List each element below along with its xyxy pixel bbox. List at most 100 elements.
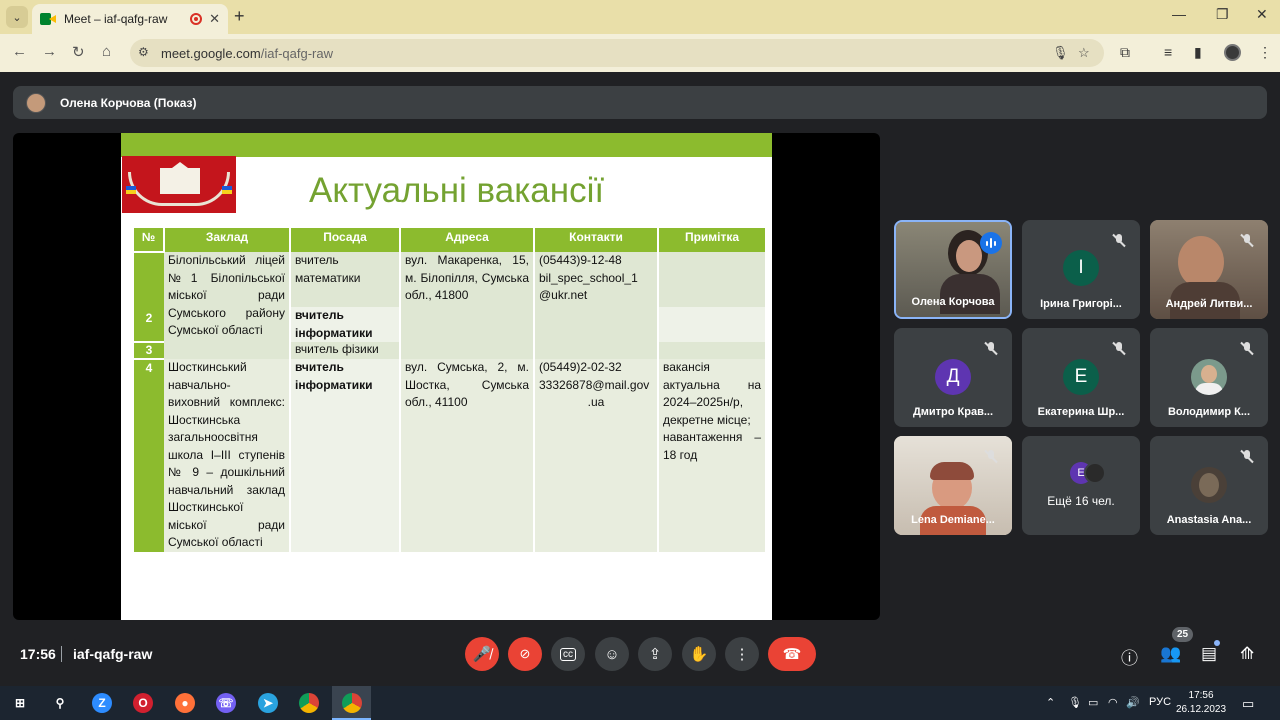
address-cell: вул. Макаренка, 15, м. Білопілля, Сумськ… [399,252,534,359]
opera-app-icon[interactable]: O [133,693,153,713]
participant-tile[interactable]: Е Ещё 16 чел. [1022,436,1140,535]
more-options-button[interactable]: ⋮ [725,637,759,671]
system-clock[interactable]: 17:56 26.12.2023 [1176,689,1226,717]
clock-time: 17:56 [1188,690,1214,701]
address-cell: вул. Сумська, 2, м. Шостка, Сумська обл.… [399,359,534,552]
viber-app-icon[interactable]: ☏ [216,693,236,713]
telegram-app-icon[interactable]: ➤ [258,693,278,713]
note-cell: вакансія актуальна на 2024–2025н/р, декр… [657,359,765,552]
school-logo [122,156,236,213]
menu-icon[interactable]: ⋮ [1258,44,1272,61]
tab-search-icon[interactable]: ⌄ [6,6,28,28]
close-tab-icon[interactable]: ✕ [209,11,220,27]
participant-tile[interactable]: Е Екатерина Шр... [1022,328,1140,427]
microphone-off-button[interactable]: 🎤̸ [465,637,499,671]
header-institution: Заклад [164,228,291,252]
language-indicator[interactable]: РУС [1149,696,1171,708]
slide-top-band [121,133,772,157]
participant-tile[interactable]: Олена Корчова [894,220,1012,319]
present-screen-icon: ⇪ [648,646,662,663]
vacancies-table: № Заклад Посада Адреса Контакти Примітка… [134,228,765,552]
slide: Актуальні вакансії № Заклад Посада Адрес… [121,133,772,620]
battery-icon[interactable]: ▭ [1088,696,1098,709]
mic-off-icon: 🎤̸ [472,646,492,663]
tray-expand-icon[interactable]: ⌃ [1046,696,1055,709]
reload-icon[interactable]: ↻ [72,43,85,61]
participant-tile[interactable]: І Ірина Григорі... [1022,220,1140,319]
leave-call-button[interactable]: ☎ [768,637,816,671]
participant-name: Олена Корчова [911,296,995,308]
participant-name: Ірина Григорі... [1040,298,1122,310]
meeting-time: 17:56 [20,646,56,662]
profile-avatar[interactable] [1224,44,1241,61]
mic-off-icon [1240,449,1254,464]
note-cell [657,252,765,307]
mic-off-icon [1240,341,1254,356]
raise-hand-button[interactable]: ✋ [682,637,716,671]
volume-icon[interactable]: 🔊 [1126,696,1140,709]
participant-tile[interactable]: Володимир К... [1150,328,1268,427]
avatar [26,92,46,113]
people-icon[interactable]: 👥 [1160,644,1181,664]
chrome-app-icon[interactable] [299,693,319,713]
activities-icon[interactable]: ⟰ [1240,644,1254,664]
minimize-icon[interactable]: — [1172,6,1186,22]
reactions-button[interactable]: ☺ [595,637,629,671]
header-num: № [134,228,165,252]
bookmark-star-icon[interactable]: ☆ [1078,45,1090,61]
chrome-app-icon[interactable] [342,693,362,713]
captions-button[interactable]: cc [551,637,585,671]
hand-icon: ✋ [689,646,709,663]
search-icon[interactable]: ⚲ [50,693,70,713]
table-row: 4 Шосткинський навчально- виховний компл… [134,358,765,552]
present-button[interactable]: ⇪ [638,637,672,671]
meeting-info-icon[interactable]: ⓘ [1121,644,1138,669]
home-icon[interactable]: ⌂ [102,43,111,60]
back-icon[interactable]: ← [12,43,27,60]
tray-mic-icon[interactable]: 🎙 [1068,696,1082,709]
wifi-icon[interactable]: ◠ [1108,696,1118,709]
participant-tile[interactable]: Anastasia Ana... [1150,436,1268,535]
zoom-app-icon[interactable]: Z [92,693,112,713]
presenter-name: Олена Корчова (Показ) [60,95,197,110]
captions-icon: cc [560,647,576,661]
people-count-badge: 25 [1172,627,1193,642]
browser-tab-meet[interactable]: Meet – iaf-qafg-raw ✕ [32,4,228,34]
participant-name: Андрей Литви... [1165,298,1253,310]
presenting-bar: Олена Корчова (Показ) [13,86,1267,119]
camera-off-icon: ⊘ [519,646,531,661]
header-note: Примітка [658,228,765,252]
close-window-icon[interactable]: ✕ [1256,6,1268,23]
contacts-cell: (05443)9-12-48 bil_spec_school_1 @ukr.ne… [533,252,658,359]
participant-tile[interactable]: Д Дмитро Крав... [894,328,1012,427]
new-tab-icon[interactable]: + [234,6,245,27]
forward-icon[interactable]: → [42,43,57,60]
participant-tile[interactable]: Андрей Литви... [1150,220,1268,319]
address-bar[interactable]: ⚙ meet.google.com/iaf-qafg-raw 🎙 ☆ [130,39,1104,67]
avatar [1084,462,1106,484]
side-panel-icon[interactable]: ▮ [1194,44,1202,61]
position-cell: вчитель фізики [289,342,400,359]
windows-start-icon[interactable]: ⊞ [10,693,30,713]
participant-tile[interactable]: Lena Demiane... [894,436,1012,535]
site-info-icon[interactable]: ⚙ [138,45,149,59]
camera-off-button[interactable]: ⊘ [508,637,542,671]
speaking-indicator-icon [980,232,1002,254]
presentation-stage[interactable]: Актуальні вакансії № Заклад Посада Адрес… [13,133,880,620]
contacts-cell: (05449)2-02-32 33326878@mail.gov .ua [533,359,658,552]
avatar [1191,359,1227,395]
position-cell: вчитель інформатики [289,307,400,342]
windows-taskbar: ⊞ ⚲ Z O ● ☏ ➤ ⌃ 🎙 ▭ ◠ 🔊 РУС 17:56 26.12.… [0,686,1280,720]
maximize-icon[interactable]: ❐ [1216,6,1229,23]
firefox-app-icon[interactable]: ● [175,693,195,713]
header-contacts: Контакти [534,228,659,252]
recording-icon [190,13,202,25]
media-control-icon[interactable]: ≡ [1164,44,1172,60]
table-row: 12 Білопільський ліцей №1 Білопільської … [134,251,765,359]
participant-name: Володимир К... [1167,406,1251,418]
chat-notification-dot [1214,640,1220,646]
notifications-icon[interactable]: ▭ [1242,696,1254,712]
microphone-icon[interactable]: 🎙 [1052,45,1069,61]
chat-icon[interactable]: ▤ [1201,644,1217,664]
extensions-icon[interactable]: ⧉ [1120,44,1130,61]
